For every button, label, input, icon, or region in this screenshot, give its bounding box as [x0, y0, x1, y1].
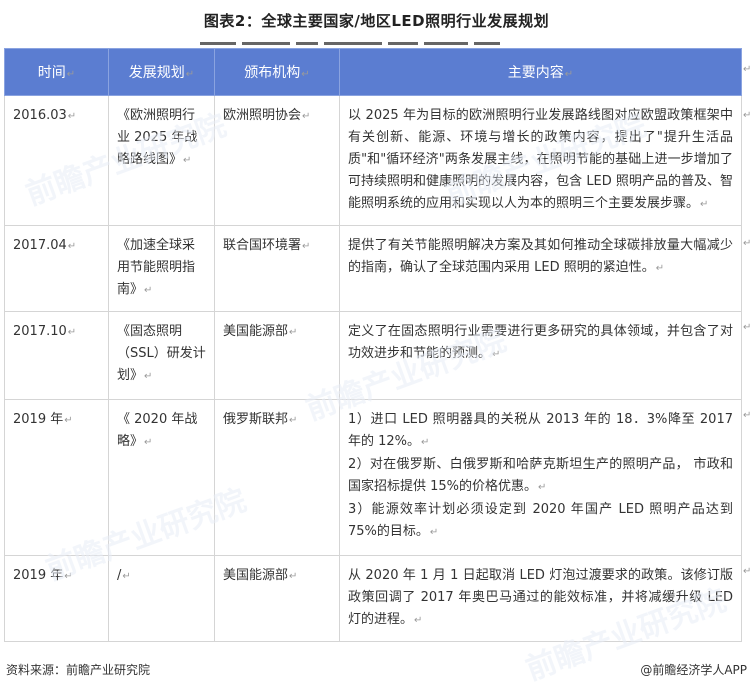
cell-plan: 《加速全球采用节能照明指南》↵: [108, 225, 215, 312]
cell-agency: 美国能源部↵: [214, 311, 340, 400]
row-end-mark: ↵: [743, 566, 752, 577]
row-end-mark: ↵: [743, 238, 752, 249]
cell-time: 2016.03↵: [4, 95, 109, 226]
footer-brand: @前瞻经济学人APP: [640, 663, 747, 677]
header-agency: 颁布机构↵: [214, 48, 340, 96]
cell-content: 定义了在固态照明行业需要进行更多研究的具体领域，并包含了对功效进步和节能的预测。…: [339, 311, 742, 400]
cell-time: 2019 年↵: [4, 555, 109, 642]
content-line: 3）能源效率计划必须设定到 2020 年国产 LED 照明产品达到 75%的目标…: [348, 502, 733, 539]
header-plan: 发展规划↵: [108, 48, 215, 96]
plan-table: 时间↵ 发展规划↵ 颁布机构↵ 主要内容↵ 2016.03↵ 《欧洲照明行业 2…: [4, 48, 742, 642]
table-header-row: 时间↵ 发展规划↵ 颁布机构↵ 主要内容↵: [4, 48, 742, 96]
cell-content: 提供了有关节能照明解决方案及其如何推动全球碳排放量大幅减少的指南，确认了全球范围…: [339, 225, 742, 312]
footer-source: 资料来源：前瞻产业研究院: [6, 663, 151, 677]
cell-agency: 联合国环境署↵: [214, 225, 340, 312]
row-end-mark: ↵: [743, 322, 752, 333]
cell-plan: 《欧洲照明行业 2025 年战略路线图》↵: [108, 95, 215, 226]
cell-time: 2019 年↵: [4, 399, 109, 556]
content-line: 2）对在俄罗斯、白俄罗斯和哈萨克斯坦生产的照明产品， 市政和国家招标提供 15%…: [348, 457, 733, 494]
row-end-mark: ↵: [743, 64, 752, 75]
table-row: 2019 年↵ /↵ 美国能源部↵ 从 2020 年 1 月 1 日起取消 LE…: [4, 555, 742, 642]
row-end-mark: ↵: [743, 110, 752, 121]
cell-plan: 《固态照明（SSL）研发计划》↵: [108, 311, 215, 400]
cell-plan: 《 2020 年战略》↵: [108, 399, 215, 556]
cell-agency: 俄罗斯联邦↵: [214, 399, 340, 556]
cell-agency: 美国能源部↵: [214, 555, 340, 642]
row-end-mark: ↵: [743, 410, 752, 421]
content-line: 1）进口 LED 照明器具的关税从 2013 年的 18．3%降至 2017 年…: [348, 412, 733, 449]
table-row: 2016.03↵ 《欧洲照明行业 2025 年战略路线图》↵ 欧洲照明协会↵ 以…: [4, 95, 742, 226]
header-content: 主要内容↵: [339, 48, 742, 96]
chart-title: 图表2：全球主要国家/地区LED照明行业发展规划: [203, 12, 550, 30]
cell-content: 从 2020 年 1 月 1 日起取消 LED 灯泡过渡要求的政策。该修订版政策…: [339, 555, 742, 642]
cell-content: 1）进口 LED 照明器具的关税从 2013 年的 18．3%降至 2017 年…: [339, 399, 742, 556]
cell-time: 2017.10↵: [4, 311, 109, 400]
cell-agency: 欧洲照明协会↵: [214, 95, 340, 226]
table-row: 2019 年↵ 《 2020 年战略》↵ 俄罗斯联邦↵ 1）进口 LED 照明器…: [4, 399, 742, 556]
cell-content: 以 2025 年为目标的欧洲照明行业发展路线图对应欧盟政策框架中有关创新、能源、…: [339, 95, 742, 226]
table-row: 2017.10↵ 《固态照明（SSL）研发计划》↵ 美国能源部↵ 定义了在固态照…: [4, 311, 742, 400]
cell-time: 2017.04↵: [4, 225, 109, 312]
header-time: 时间↵: [4, 48, 109, 96]
cropped-subtitle-strip: [200, 40, 550, 46]
table-row: 2017.04↵ 《加速全球采用节能照明指南》↵ 联合国环境署↵ 提供了有关节能…: [4, 225, 742, 312]
cell-plan: /↵: [108, 555, 215, 642]
